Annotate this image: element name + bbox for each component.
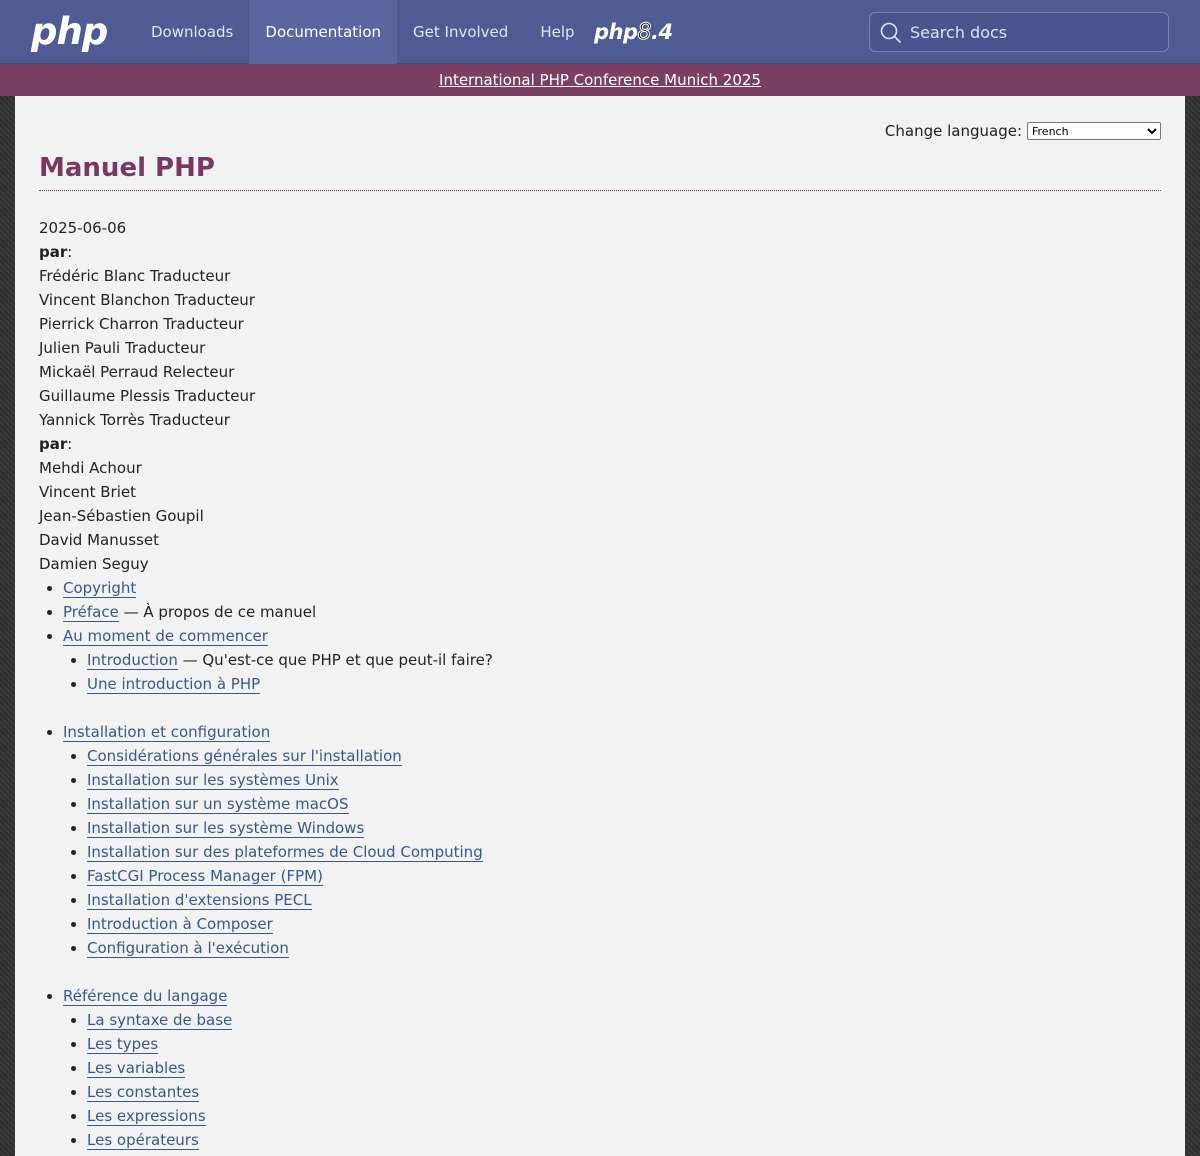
author-name: Vincent Briet xyxy=(39,483,136,501)
toc-link-expressions[interactable]: Les expressions xyxy=(87,1107,206,1126)
main-content: Change language: French Manuel PHP 2025-… xyxy=(15,96,1185,1156)
toc-item-desc: — À propos de ce manuel xyxy=(118,603,317,621)
conference-banner: International PHP Conference Munich 2025 xyxy=(0,64,1200,96)
conference-banner-link[interactable]: International PHP Conference Munich 2025 xyxy=(439,71,761,89)
toc-link-variables[interactable]: Les variables xyxy=(87,1059,186,1078)
top-navbar: php Downloads Documentation Get Involved… xyxy=(0,0,1200,64)
toc-link-copyright[interactable]: Copyright xyxy=(63,579,137,598)
toc-sublist: La syntaxe de base Les types Les variabl… xyxy=(63,1008,493,1152)
toc-link-install-macos[interactable]: Installation sur un système macOS xyxy=(87,795,349,814)
php-version-eight: 8 xyxy=(637,20,652,46)
translator-name: Vincent Blanchon Traducteur xyxy=(39,291,255,309)
translator-name: Mickaël Perraud Relecteur xyxy=(39,363,235,381)
translator-name: Frédéric Blanc Traducteur xyxy=(39,267,231,285)
toc-subitem: Introduction à Composer xyxy=(87,912,493,936)
toc-link-composer[interactable]: Introduction à Composer xyxy=(87,915,273,934)
page-title: Manuel PHP xyxy=(39,153,215,183)
by-label-line: par: xyxy=(39,243,73,261)
toc-subitem: Les opérateurs xyxy=(87,1128,493,1152)
toc-link-language-reference[interactable]: Référence du langage xyxy=(63,987,228,1006)
toc-subitem: Les types xyxy=(87,1032,493,1056)
toc-item: Préface — À propos de ce manuel xyxy=(63,600,493,624)
toc-subitem: La syntaxe de base xyxy=(87,1008,493,1032)
php-version-prefix: php xyxy=(594,20,638,44)
toc-subitem: Configuration à l'exécution xyxy=(87,936,493,960)
title-divider xyxy=(39,190,1161,191)
author-name: Damien Seguy xyxy=(39,555,149,573)
nav-link-get-involved[interactable]: Get Involved xyxy=(397,0,524,64)
author-name: David Manusset xyxy=(39,531,159,549)
toc-link-constants[interactable]: Les constantes xyxy=(87,1083,200,1102)
php-logo-text: php xyxy=(31,10,108,53)
toc-group: Référence du langage La syntaxe de base … xyxy=(63,984,493,1152)
toc-subitem: Installation d'extensions PECL xyxy=(87,888,493,912)
search-icon xyxy=(880,22,901,43)
toc-subitem: Installation sur les système Windows xyxy=(87,816,493,840)
toc-link-getting-started[interactable]: Au moment de commencer xyxy=(63,627,268,646)
table-of-contents: Copyright Préface — À propos de ce manue… xyxy=(39,576,493,1152)
toc-link-operators[interactable]: Les opérateurs xyxy=(87,1131,199,1150)
toc-subitem: Une introduction à PHP xyxy=(87,672,493,696)
toc-item: Copyright xyxy=(63,576,493,600)
php-version-logo[interactable]: php8.4 xyxy=(594,16,673,49)
by-label: par xyxy=(39,243,68,261)
toc-subitem: Installation sur les systèmes Unix xyxy=(87,768,493,792)
toc-group: Installation et configuration Considérat… xyxy=(63,720,493,960)
author-name: Mehdi Achour xyxy=(39,459,142,477)
toc-link-basic-syntax[interactable]: La syntaxe de base xyxy=(87,1011,233,1030)
by-label: par xyxy=(39,435,68,453)
search-box[interactable] xyxy=(869,12,1169,52)
language-select[interactable]: French xyxy=(1027,122,1161,140)
toc-subitem: Les expressions xyxy=(87,1104,493,1128)
change-language-label: Change language: xyxy=(884,122,1022,140)
translator-name: Guillaume Plessis Traducteur xyxy=(39,387,256,405)
toc-subitem: Installation sur un système macOS xyxy=(87,792,493,816)
search-input[interactable] xyxy=(910,13,1160,51)
toc-link-pecl[interactable]: Installation d'extensions PECL xyxy=(87,891,312,910)
toc-link-fpm[interactable]: FastCGI Process Manager (FPM) xyxy=(87,867,323,886)
toc-link-types[interactable]: Les types xyxy=(87,1035,159,1054)
nav-link-downloads[interactable]: Downloads xyxy=(135,0,249,64)
toc-subitem: Considérations générales sur l'installat… xyxy=(87,744,493,768)
translator-name: Julien Pauli Traducteur xyxy=(39,339,206,357)
translator-name: Yannick Torrès Traducteur xyxy=(39,411,230,429)
toc-subitem: Introduction — Qu'est-ce que PHP et que … xyxy=(87,648,493,672)
toc-link-install-cloud[interactable]: Installation sur des plateformes de Clou… xyxy=(87,843,483,862)
toc-item-desc: — Qu'est-ce que PHP et que peut-il faire… xyxy=(177,651,493,669)
toc-link-php-intro[interactable]: Une introduction à PHP xyxy=(87,675,261,694)
toc-link-introduction[interactable]: Introduction xyxy=(87,651,178,670)
php-version-suffix: .4 xyxy=(651,20,673,44)
toc-sublist: Considérations générales sur l'installat… xyxy=(63,744,493,960)
toc-group: Au moment de commencer Introduction — Qu… xyxy=(63,624,493,696)
toc-subitem: Installation sur des plateformes de Clou… xyxy=(87,840,493,864)
toc-link-runtime-config[interactable]: Configuration à l'exécution xyxy=(87,939,289,958)
toc-link-install-windows[interactable]: Installation sur les système Windows xyxy=(87,819,365,838)
nav-link-documentation[interactable]: Documentation xyxy=(249,0,398,64)
toc-subitem: FastCGI Process Manager (FPM) xyxy=(87,864,493,888)
php-logo[interactable]: php xyxy=(31,10,111,54)
toc-sublist: Introduction — Qu'est-ce que PHP et que … xyxy=(63,648,493,696)
by-label-line: par: xyxy=(39,435,73,453)
toc-list: Copyright Préface — À propos de ce manue… xyxy=(39,576,493,1152)
toc-link-install-unix[interactable]: Installation sur les systèmes Unix xyxy=(87,771,339,790)
toc-link-install-general[interactable]: Considérations générales sur l'installat… xyxy=(87,747,402,766)
change-language: Change language: French xyxy=(885,122,1161,140)
toc-link-installation[interactable]: Installation et configuration xyxy=(63,723,271,742)
toc-subitem: Les constantes xyxy=(87,1080,493,1104)
nav-links: Downloads Documentation Get Involved Hel… xyxy=(135,0,591,64)
author-name: Jean-Sébastien Goupil xyxy=(39,507,204,525)
nav-link-help[interactable]: Help xyxy=(524,0,590,64)
toc-link-preface[interactable]: Préface xyxy=(63,603,119,622)
publication-date: 2025-06-06 xyxy=(39,219,127,237)
manual-credits: 2025-06-06 par: Frédéric Blanc Traducteu… xyxy=(39,216,255,576)
toc-subitem: Les variables xyxy=(87,1056,493,1080)
translator-name: Pierrick Charron Traducteur xyxy=(39,315,244,333)
